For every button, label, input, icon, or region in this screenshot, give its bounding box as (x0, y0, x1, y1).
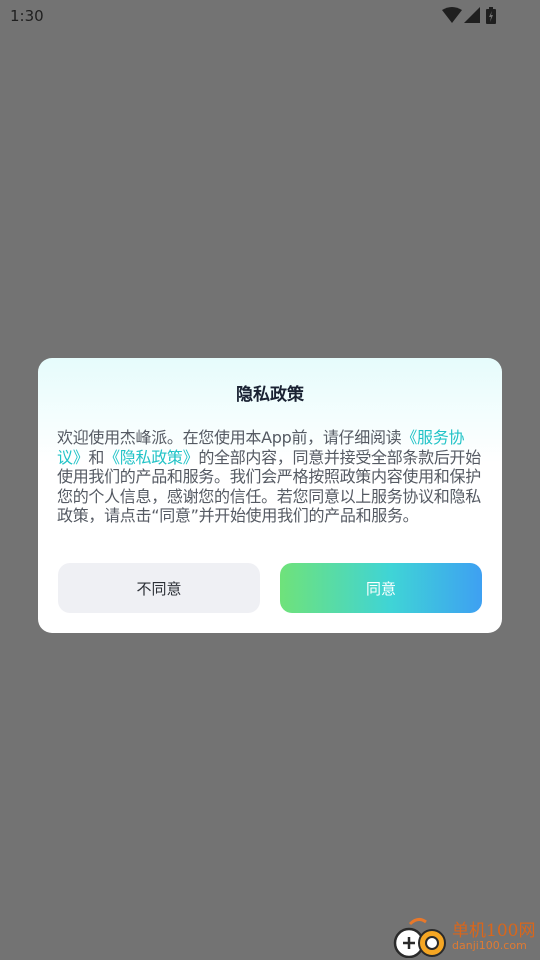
wifi-icon (442, 7, 462, 23)
watermark-url: danji100.com (452, 939, 527, 952)
watermark: 单机100网 danji100.com (388, 914, 540, 960)
watermark-name: 单机100网 (452, 921, 536, 941)
body-intro: 欢迎使用杰峰派。在您使用本App前，请仔细阅读 (57, 428, 402, 447)
status-icons (442, 7, 506, 25)
dialog-body: 欢迎使用杰峰派。在您使用本App前，请仔细阅读《服务协议》和《隐私政策》的全部内… (57, 428, 485, 526)
privacy-dialog: 隐私政策 欢迎使用杰峰派。在您使用本App前，请仔细阅读《服务协议》和《隐私政策… (38, 358, 502, 633)
dialog-title: 隐私政策 (236, 385, 304, 405)
watermark-logo-icon (393, 917, 446, 958)
disagree-button[interactable]: 不同意 (58, 563, 260, 613)
signal-icon (464, 7, 480, 23)
body-and: 和 (88, 447, 105, 467)
privacy-policy-link[interactable]: 《隐私政策》 (104, 448, 199, 467)
status-time: 1:30 (10, 7, 44, 25)
battery-icon (486, 7, 496, 24)
agree-button[interactable]: 同意 (280, 563, 482, 613)
status-bar: 1:30 (0, 0, 540, 32)
